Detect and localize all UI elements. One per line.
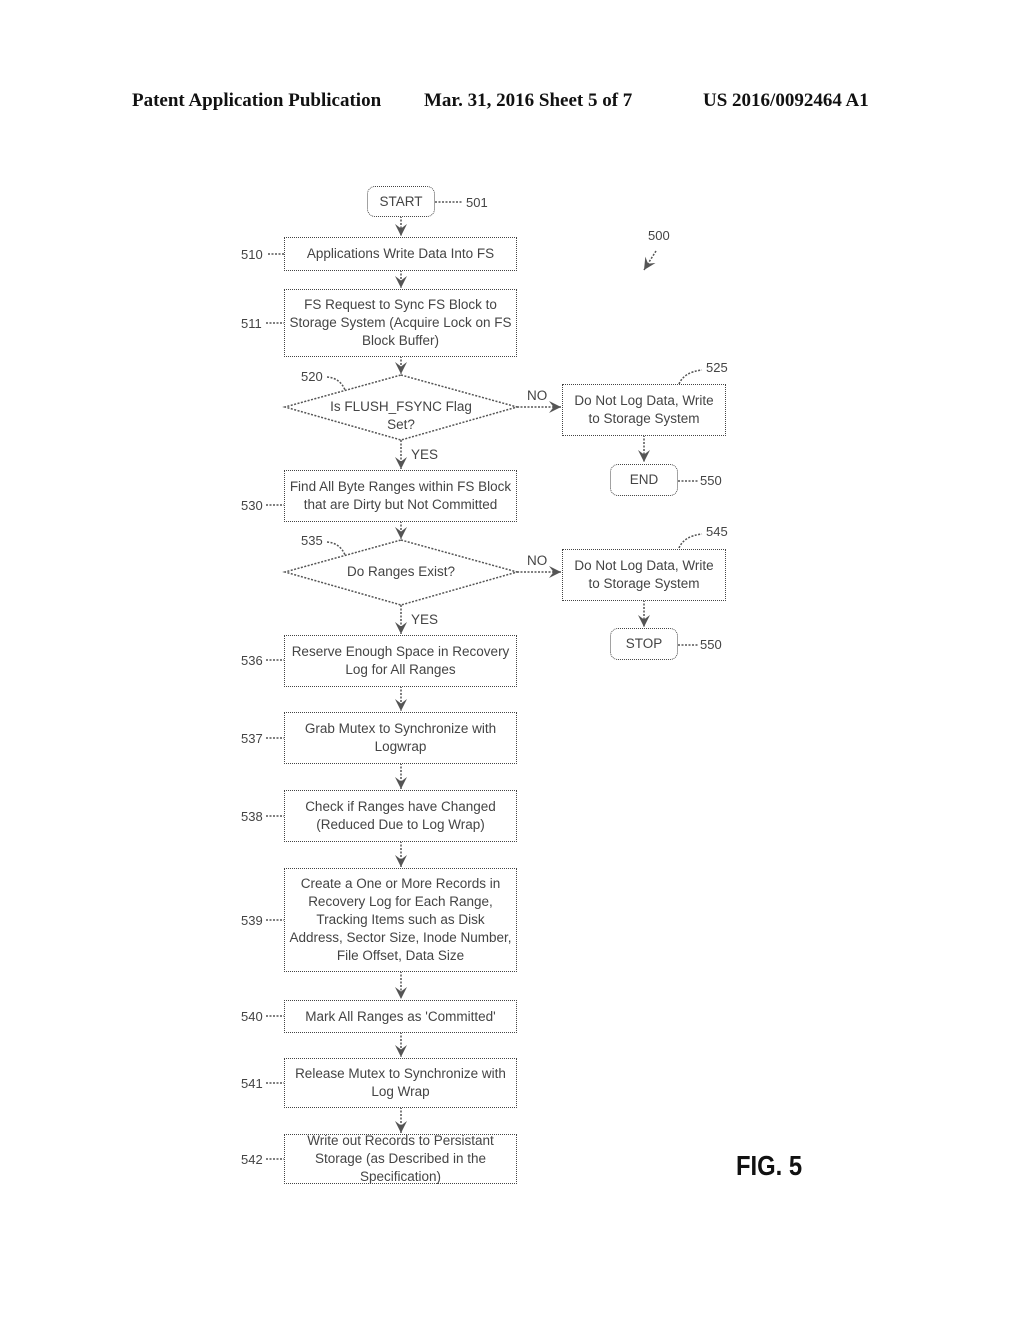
edge-label-no-520: NO xyxy=(527,388,548,403)
decision-520-line2: Set? xyxy=(387,417,415,432)
ref-539: 539 xyxy=(241,913,263,928)
ref-501: 501 xyxy=(466,195,488,210)
ref-525: 525 xyxy=(706,360,728,375)
ref-510: 510 xyxy=(241,247,263,262)
step-545: Do Not Log Data, Write to Storage System xyxy=(562,549,726,601)
ref-541: 541 xyxy=(241,1076,263,1091)
step-525: Do Not Log Data, Write to Storage System xyxy=(562,384,726,436)
step-510: Applications Write Data Into FS xyxy=(284,237,517,271)
end-terminal: END xyxy=(610,464,678,496)
ref-550-stop: 550 xyxy=(700,637,722,652)
ref-530: 530 xyxy=(241,498,263,513)
step-540: Mark All Ranges as 'Committed' xyxy=(284,1000,517,1033)
edge-label-yes-520: YES xyxy=(411,447,439,462)
decision-535-text: Do Ranges Exist? xyxy=(346,564,456,579)
step-536: Reserve Enough Space in Recovery Log for… xyxy=(284,635,517,687)
ref-536: 536 xyxy=(241,653,263,668)
ref-550-end: 550 xyxy=(700,473,722,488)
edge-label-no-535: NO xyxy=(527,553,548,568)
step-511: FS Request to Sync FS Block to Storage S… xyxy=(284,289,517,357)
decision-520-line1: Is FLUSH_FSYNC Flag xyxy=(330,399,472,414)
ref-540: 540 xyxy=(241,1009,263,1024)
ref-537: 537 xyxy=(241,731,263,746)
step-530: Find All Byte Ranges within FS Block tha… xyxy=(284,470,517,522)
step-538: Check if Ranges have Changed (Reduced Du… xyxy=(284,790,517,842)
figure-ref-number: 500 xyxy=(648,228,670,243)
edge-label-yes-535: YES xyxy=(411,612,439,627)
step-537: Grab Mutex to Synchronize with Logwrap xyxy=(284,712,517,764)
step-541: Release Mutex to Synchronize with Log Wr… xyxy=(284,1058,517,1108)
ref-535: 535 xyxy=(301,533,323,548)
ref-542: 542 xyxy=(241,1152,263,1167)
decision-520-text: Is FLUSH_FSYNC Flag Set? xyxy=(301,398,501,434)
figure-label: FIG. 5 xyxy=(736,1150,803,1181)
stop-terminal: STOP xyxy=(610,628,678,660)
ref-520: 520 xyxy=(301,369,323,384)
step-542: Write out Records to Persistant Storage … xyxy=(284,1133,517,1184)
figure-ref-arrow xyxy=(643,250,657,271)
ref-538: 538 xyxy=(241,809,263,824)
step-539: Create a One or More Records in Recovery… xyxy=(284,868,517,972)
ref-511: 511 xyxy=(241,316,262,331)
start-terminal: START xyxy=(367,186,435,217)
ref-545: 545 xyxy=(706,524,728,539)
